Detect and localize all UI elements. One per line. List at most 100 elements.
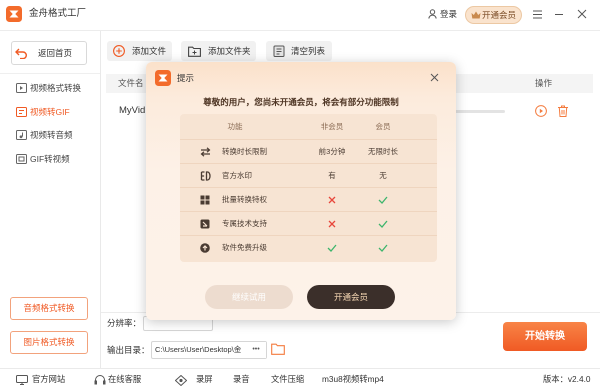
add-file-label: 添加文件 xyxy=(132,46,167,56)
comparison-row: 官方水印 有 无 xyxy=(180,164,437,188)
footer-link-support[interactable]: 在线客服 xyxy=(108,369,141,390)
watermark-icon xyxy=(200,171,211,181)
support-icon xyxy=(94,375,106,385)
menu-icon[interactable] xyxy=(532,10,543,19)
dialog-title: 提示 xyxy=(177,73,195,83)
screen-record-icon xyxy=(175,375,187,386)
footer-link-record-screen[interactable]: 录屏 xyxy=(196,369,213,390)
check-icon xyxy=(358,212,408,236)
add-folder-label: 添加文件夹 xyxy=(208,46,251,56)
app-title: 金舟格式工厂 xyxy=(29,8,87,19)
resolution-label: 分辨率： xyxy=(107,318,142,328)
feature-label: 转换时长限制 xyxy=(222,147,267,156)
open-membership-button[interactable]: 开通会员 xyxy=(307,285,395,309)
sidebar-item-video-gif[interactable]: 视频转GIF xyxy=(0,101,100,123)
close-icon[interactable] xyxy=(577,9,587,19)
sidebar: 返回首页 视频格式转换 视频转GIF 视频转音频 GIF转视频 音频格式转换 图… xyxy=(0,31,101,368)
column-actions: 操作 xyxy=(535,78,553,88)
footer-link-record-audio[interactable]: 录音 xyxy=(233,369,250,390)
user-icon xyxy=(428,9,437,19)
sidebar-item-label: 视频转GIF xyxy=(30,107,70,117)
comparison-header: 功能 非会员 会员 xyxy=(180,114,437,140)
play-icon[interactable] xyxy=(535,105,547,117)
sidebar-divider xyxy=(0,73,100,74)
sidebar-item-video-format[interactable]: 视频格式转换 xyxy=(0,77,100,99)
browse-button[interactable]: ••• xyxy=(246,342,266,358)
login-label: 登录 xyxy=(440,9,458,19)
back-home-button[interactable]: 返回首页 xyxy=(11,41,87,65)
cross-icon xyxy=(307,212,357,236)
dialog-close-icon[interactable] xyxy=(430,73,439,82)
tech-support-icon xyxy=(200,219,210,229)
vip-button[interactable]: 开通会员 xyxy=(465,6,522,24)
start-convert-button[interactable]: 开始转换 xyxy=(503,322,587,351)
feature-comparison-table: 功能 非会员 会员 转换时长限制 前3分钟 无限时长 官方水印 有 无 批量转换… xyxy=(180,114,437,262)
cross-icon xyxy=(307,188,357,212)
trash-icon[interactable] xyxy=(557,105,569,117)
sidebar-item-label: 视频转音频 xyxy=(30,130,73,140)
vip-label: 开通会员 xyxy=(482,10,517,20)
column-free: 非会员 xyxy=(320,122,344,131)
feature-label: 批量转换特权 xyxy=(222,195,267,204)
back-home-label: 返回首页 xyxy=(38,48,73,58)
dialog-message: 尊敬的用户，您尚未开通会员，将会有部分功能限制 xyxy=(203,97,399,107)
free-value: 有 xyxy=(328,171,336,180)
dialog-logo-icon xyxy=(155,70,171,86)
column-vip: 会员 xyxy=(375,122,391,131)
title-bar: 金舟格式工厂 登录 开通会员 xyxy=(0,0,600,31)
vip-value: 无 xyxy=(379,171,387,180)
check-icon xyxy=(358,188,408,212)
sidebar-item-label: GIF转视频 xyxy=(30,154,70,164)
file-name: MyVid xyxy=(119,105,146,116)
version-label: 版本：v2.4.0 xyxy=(543,374,591,384)
crown-icon xyxy=(471,11,481,19)
login-button[interactable]: 登录 xyxy=(427,6,460,23)
feature-label: 官方水印 xyxy=(222,171,252,180)
comparison-row: 批量转换特权 xyxy=(180,188,437,212)
gif-video-icon xyxy=(16,154,27,164)
website-icon xyxy=(16,375,28,385)
feature-label: 软件免费升级 xyxy=(222,243,267,252)
clear-list-button[interactable]: 清空列表 xyxy=(266,41,332,61)
add-file-button[interactable]: 添加文件 xyxy=(107,41,172,61)
sidebar-item-gif-video[interactable]: GIF转视频 xyxy=(0,148,100,170)
check-icon xyxy=(307,236,357,260)
free-value: 前3分钟 xyxy=(318,147,346,156)
feature-label: 专属技术支持 xyxy=(222,219,267,228)
add-folder-button[interactable]: 添加文件夹 xyxy=(181,41,256,61)
open-folder-icon[interactable] xyxy=(271,343,285,355)
comparison-row: 专属技术支持 xyxy=(180,212,437,236)
progress-track xyxy=(455,110,505,113)
clear-list-label: 清空列表 xyxy=(291,46,326,56)
video-convert-icon xyxy=(16,83,27,93)
comparison-row: 转换时长限制 前3分钟 无限时长 xyxy=(180,140,437,164)
check-icon xyxy=(358,236,408,260)
comparison-row: 软件免费升级 xyxy=(180,236,437,260)
continue-trial-button[interactable]: 继续试用 xyxy=(205,285,293,309)
image-format-button[interactable]: 图片格式转换 xyxy=(10,331,88,354)
output-dir-label: 输出目录： xyxy=(107,345,150,355)
minimize-icon[interactable] xyxy=(554,9,564,19)
clear-list-icon xyxy=(273,45,285,57)
footer-bar: 官方网站 在线客服 录屏 录音 文件压缩 m3u8视频转mp4 版本：v2.4.… xyxy=(0,368,600,390)
batch-icon xyxy=(200,195,210,205)
footer-link-compress[interactable]: 文件压缩 xyxy=(271,369,304,390)
column-feature: 功能 xyxy=(227,122,243,131)
membership-dialog: 提示 尊敬的用户，您尚未开通会员，将会有部分功能限制 功能 非会员 会员 转换时… xyxy=(146,62,456,320)
add-file-icon xyxy=(113,45,125,57)
output-dir-value: C:\Users\User\Desktop\金 xyxy=(155,345,242,354)
output-dir-field[interactable]: C:\Users\User\Desktop\金 ••• xyxy=(151,341,267,359)
video-gif-icon xyxy=(16,107,27,117)
sidebar-item-label: 视频格式转换 xyxy=(30,83,82,93)
upgrade-icon xyxy=(200,243,210,253)
app-logo-icon xyxy=(6,6,22,22)
back-arrow-icon xyxy=(15,48,28,59)
add-folder-icon xyxy=(188,46,201,57)
swap-icon xyxy=(200,147,211,157)
sidebar-item-video-audio[interactable]: 视频转音频 xyxy=(0,124,100,146)
footer-link-m3u8[interactable]: m3u8视频转mp4 xyxy=(322,369,384,390)
footer-link-website[interactable]: 官方网站 xyxy=(32,369,65,390)
audio-format-button[interactable]: 音频格式转换 xyxy=(10,297,88,320)
video-audio-icon xyxy=(16,130,27,140)
column-filename: 文件名 xyxy=(118,78,144,88)
